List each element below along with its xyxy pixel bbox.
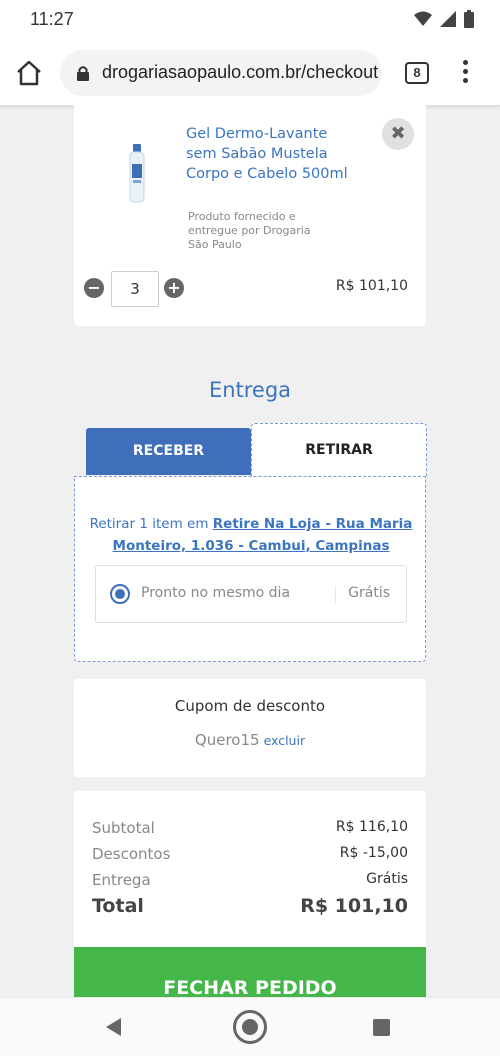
product-name[interactable]: Gel Dermo-Lavante sem Sabão Mustela Corp…: [186, 124, 356, 184]
product-price: R$ 101,10: [335, 278, 408, 294]
pickup-option-price: Grátis: [348, 585, 390, 601]
delivery-title: Entrega: [208, 378, 292, 402]
discount-row: Descontos R$ -15,00: [92, 845, 408, 863]
pickup-description: Retirar 1 item em Retire Na Loja - Rua M…: [85, 513, 417, 557]
address-bar[interactable]: drogariasaopaulo.com.br/checkout: [60, 50, 382, 96]
tab-receive[interactable]: RECEBER: [86, 428, 251, 475]
battery-icon: [464, 10, 474, 28]
home-button[interactable]: [14, 58, 44, 88]
wifi-icon: [414, 11, 432, 26]
status-bar: 11:27: [0, 0, 500, 40]
radio-icon[interactable]: [110, 584, 130, 604]
discount-value: R$ -15,00: [339, 845, 408, 861]
recents-icon[interactable]: [373, 1019, 390, 1036]
browser-toolbar: drogariasaopaulo.com.br/checkout 8: [0, 40, 500, 106]
shipping-row: Entrega Grátis: [92, 871, 408, 889]
quantity-input[interactable]: 3: [111, 271, 159, 307]
coupon-title: Cupom de desconto: [174, 697, 326, 715]
total-row: Total R$ 101,10: [92, 895, 408, 917]
cart-item-card: Gel Dermo-Lavante sem Sabão Mustela Corp…: [74, 100, 426, 326]
status-icons: [414, 10, 474, 28]
order-summary: Subtotal R$ 116,10 Descontos R$ -15,00 E…: [74, 791, 426, 961]
lock-icon: [77, 66, 89, 81]
tab-switcher-button[interactable]: 8: [405, 62, 429, 84]
product-vendor: Produto fornecido e entregue por Drogari…: [188, 210, 311, 251]
total-value: R$ 101,10: [300, 895, 408, 917]
minus-icon[interactable]: −: [84, 278, 104, 298]
remove-coupon-link[interactable]: excluir: [264, 733, 306, 748]
coupon-code: Quero15: [194, 731, 260, 749]
home-nav-icon[interactable]: [233, 1010, 267, 1044]
menu-icon[interactable]: [458, 60, 472, 86]
pickup-option[interactable]: Pronto no mesmo dia Grátis: [95, 565, 407, 623]
total-label: Total: [92, 895, 144, 917]
close-icon[interactable]: ✖: [382, 118, 414, 150]
discount-label: Descontos: [92, 845, 171, 863]
pickup-option-label: Pronto no mesmo dia: [141, 585, 291, 601]
signal-icon: [440, 11, 456, 27]
product-image: [129, 144, 145, 203]
pickup-prefix: Retirar 1 item em: [89, 516, 213, 532]
shipping-value: Grátis: [366, 871, 408, 887]
back-icon[interactable]: [106, 1018, 121, 1036]
status-time: 11:27: [30, 9, 74, 29]
divider: [335, 586, 336, 604]
coupon-line: Quero15 excluir: [74, 731, 426, 749]
subtotal-row: Subtotal R$ 116,10: [92, 819, 408, 837]
navigation-bar: [0, 997, 500, 1056]
plus-icon[interactable]: +: [164, 278, 184, 298]
home-icon: [17, 60, 41, 86]
pickup-panel: Retirar 1 item em Retire Na Loja - Rua M…: [74, 476, 426, 662]
tab-pickup[interactable]: RETIRAR: [251, 423, 427, 477]
url-text: drogariasaopaulo.com.br/checkout: [102, 62, 379, 82]
shipping-label: Entrega: [92, 871, 151, 889]
coupon-card: Cupom de desconto Quero15 excluir: [74, 679, 426, 777]
subtotal-label: Subtotal: [92, 819, 155, 837]
subtotal-value: R$ 116,10: [335, 819, 408, 835]
